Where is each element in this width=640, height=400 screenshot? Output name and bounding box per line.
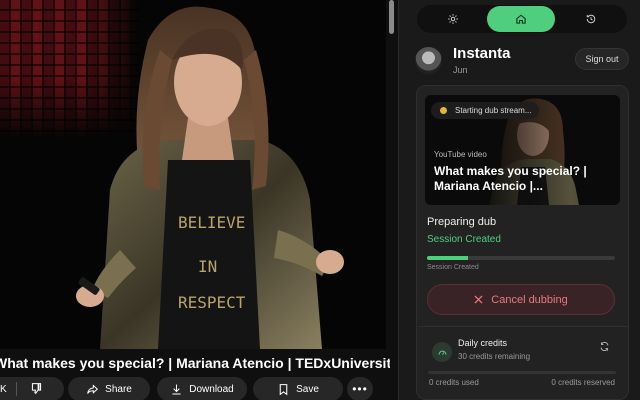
cancel-dubbing-button[interactable]: Cancel dubbing: [427, 284, 615, 315]
video-title: What makes you special? | Mariana Atenci…: [0, 355, 390, 371]
share-button[interactable]: Share: [68, 377, 150, 400]
download-label: Download: [189, 383, 234, 395]
user-profile: Instanta Jun Sign out: [415, 45, 633, 79]
credits-remaining: 30 credits remaining: [458, 352, 531, 361]
video-actions: K Share Download Save •••: [0, 376, 386, 400]
credits-reserved: 0 credits reserved: [551, 378, 615, 387]
download-button[interactable]: Download: [157, 377, 247, 400]
dub-progress-label: Session Created: [427, 264, 479, 271]
avatar: [415, 47, 442, 74]
stream-status-chip: Starting dub stream...: [431, 102, 540, 119]
user-subtitle: Jun: [453, 65, 468, 75]
save-label: Save: [296, 383, 319, 395]
status-dot: [440, 107, 447, 114]
scrollbar-thumb[interactable]: [389, 0, 394, 34]
stream-status-text: Starting dub stream...: [455, 106, 532, 115]
credits-used: 0 credits used: [429, 378, 479, 387]
sign-out-button[interactable]: Sign out: [575, 48, 629, 70]
share-label: Share: [105, 383, 132, 395]
credits-title: Daily credits: [458, 338, 508, 348]
nav-home-button[interactable]: [487, 6, 555, 32]
like-count[interactable]: K: [0, 384, 7, 395]
speaker-figure: BELIEVE IN RESPECT: [76, 6, 344, 349]
video-player[interactable]: BELIEVE IN RESPECT: [0, 0, 386, 349]
daily-credits-section: Daily credits 30 credits remaining 0 cre…: [418, 326, 629, 400]
panel-nav: [417, 5, 627, 33]
extension-panel: Instanta Jun Sign out Starting dub strea…: [398, 0, 640, 400]
bookmark-icon: [279, 383, 288, 395]
home-icon: [516, 14, 526, 24]
download-icon: [172, 384, 181, 394]
gear-icon: [448, 14, 458, 24]
thumbnail-source: YouTube video: [434, 150, 487, 159]
thumbnail-title: What makes you special? | Mariana Atenci…: [434, 164, 587, 193]
user-name: Instanta: [453, 45, 511, 62]
nav-history-button[interactable]: [557, 6, 625, 32]
video-thumbnail: Starting dub stream... YouTube video Wha…: [425, 95, 620, 205]
dub-progress-fill: [427, 256, 469, 260]
gauge-icon: [432, 342, 452, 362]
cancel-dubbing-label: Cancel dubbing: [491, 293, 568, 306]
history-icon: [586, 14, 596, 24]
dub-status-text: Session Created: [427, 234, 501, 245]
svg-text:IN: IN: [198, 257, 217, 276]
dub-progress-bar: [427, 256, 615, 260]
share-icon: [87, 383, 99, 394]
more-icon: •••: [352, 382, 368, 396]
svg-text:BELIEVE: BELIEVE: [178, 213, 245, 232]
dub-session-card: Starting dub stream... YouTube video Wha…: [416, 85, 629, 400]
video-page: BELIEVE IN RESPECT What makes you specia…: [0, 0, 398, 400]
like-dislike-group[interactable]: K: [0, 377, 64, 400]
svg-text:RESPECT: RESPECT: [178, 293, 246, 312]
nav-settings-button[interactable]: [419, 6, 487, 32]
refresh-icon: [600, 341, 608, 351]
dub-status-title: Preparing dub: [427, 216, 497, 228]
more-actions-button[interactable]: •••: [347, 377, 373, 400]
credits-usage-bar: [428, 371, 616, 374]
page-scrollbar[interactable]: [386, 0, 398, 400]
dislike-icon[interactable]: [30, 382, 43, 398]
refresh-credits-button[interactable]: [594, 336, 614, 356]
close-icon: [474, 295, 483, 304]
save-button[interactable]: Save: [253, 377, 343, 400]
